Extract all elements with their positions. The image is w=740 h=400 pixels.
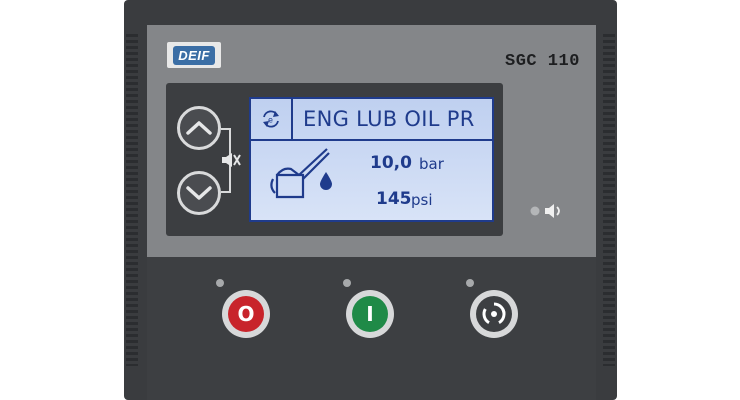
mode-button[interactable] — [470, 290, 518, 338]
oil-drop-icon — [320, 172, 332, 190]
start-button-face: I — [352, 296, 388, 332]
stop-button-label: O — [237, 302, 255, 326]
rotation-icon — [482, 302, 506, 324]
start-button-label: I — [366, 302, 374, 326]
auto-scroll-icon: e — [263, 110, 279, 128]
pressure-psi-value: 145 — [376, 189, 412, 209]
brand-logo: DEIF — [167, 42, 221, 68]
lcd-screen: e ENG LUB OIL PR 10,0 bar 145 psi — [249, 97, 494, 222]
mute-horn-icon — [222, 153, 241, 167]
chevron-up-icon — [186, 121, 212, 135]
lcd-title: ENG LUB OIL PR — [303, 107, 475, 131]
stop-button[interactable]: O — [222, 290, 270, 338]
pressure-bar-unit: bar — [419, 155, 444, 173]
lcd-header: e ENG LUB OIL PR — [251, 99, 492, 141]
housing-ridges-left — [126, 34, 138, 366]
mode-led — [466, 279, 474, 287]
housing-ridges-right — [603, 34, 615, 366]
pressure-psi-unit: psi — [411, 191, 433, 209]
start-button[interactable]: I — [346, 290, 394, 338]
up-button[interactable] — [177, 106, 221, 150]
pressure-bar-value: 10,0 — [370, 153, 412, 173]
lcd-header-divider — [291, 99, 293, 139]
horn-status-indicator — [530, 204, 560, 218]
brand-logo-text: DEIF — [173, 45, 215, 65]
stop-led — [216, 279, 224, 287]
chevron-down-icon — [186, 186, 212, 200]
start-led — [343, 279, 351, 287]
model-label: SGC 110 — [505, 52, 580, 71]
stop-button-face: O — [228, 296, 264, 332]
down-button[interactable] — [177, 171, 221, 215]
svg-text:e: e — [268, 116, 273, 125]
mode-button-face — [476, 296, 512, 332]
